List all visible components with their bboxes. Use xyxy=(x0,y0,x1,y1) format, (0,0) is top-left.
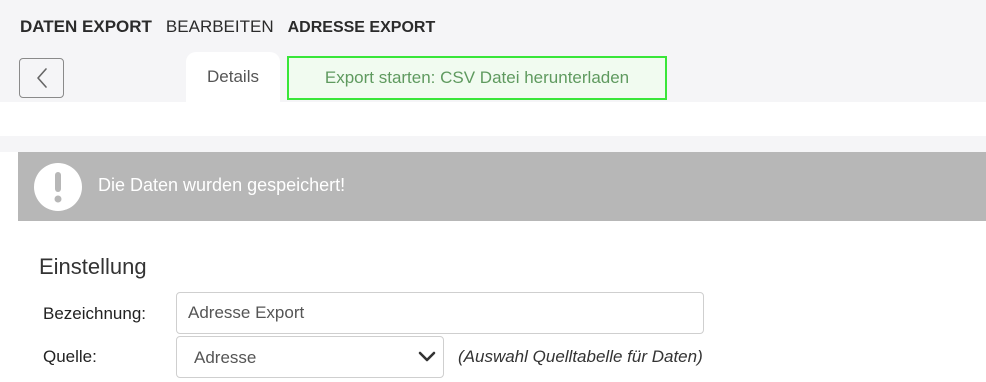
tab-export-csv[interactable]: Export starten: CSV Datei herunterladen xyxy=(287,56,667,100)
exclamation-icon xyxy=(34,163,82,211)
section-title: Einstellung xyxy=(39,254,147,279)
content-divider xyxy=(0,136,986,152)
tab-details-label: Details xyxy=(207,67,259,86)
alert-message: Die Daten wurden gespeichert! xyxy=(98,175,346,195)
breadcrumb: DATEN EXPORT BEARBEITEN ADRESSE EXPORT xyxy=(20,17,435,37)
success-alert: Die Daten wurden gespeichert! xyxy=(18,152,986,221)
tab-export-label: Export starten: CSV Datei herunterladen xyxy=(324,68,630,87)
breadcrumb-action: BEARBEITEN xyxy=(165,17,274,36)
header-bar: DATEN EXPORT BEARBEITEN ADRESSE EXPORT D… xyxy=(0,0,986,102)
chevron-left-icon xyxy=(36,68,47,88)
back-button[interactable] xyxy=(19,58,64,98)
chevron-down-icon xyxy=(418,351,436,362)
name-input[interactable] xyxy=(176,292,704,334)
source-hint: (Auswahl Quelltabelle für Daten) xyxy=(458,347,703,366)
source-label: Quelle: xyxy=(43,347,97,366)
name-label: Bezeichnung: xyxy=(43,304,147,323)
source-select[interactable]: Adresse xyxy=(176,336,444,378)
tab-details[interactable]: Details xyxy=(186,52,280,102)
source-select-value: Adresse xyxy=(194,348,257,367)
breadcrumb-record: ADRESSE EXPORT xyxy=(287,19,436,36)
breadcrumb-section[interactable]: DATEN EXPORT xyxy=(20,17,152,37)
